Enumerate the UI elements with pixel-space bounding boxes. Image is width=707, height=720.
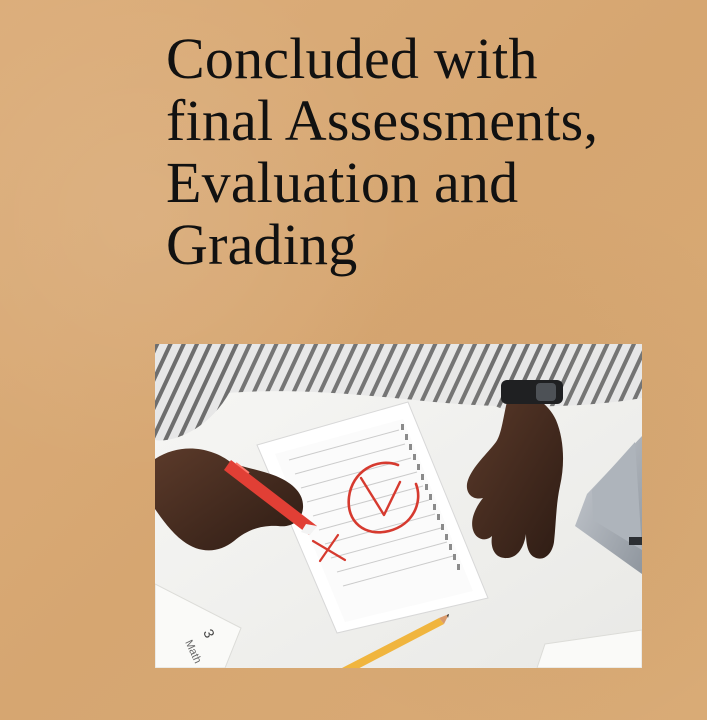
title-line-1: Concluded with bbox=[166, 26, 538, 91]
slide-title: Concluded with final Assessments, Evalua… bbox=[166, 28, 686, 276]
slide: Concluded with final Assessments, Evalua… bbox=[0, 0, 707, 720]
title-line-2: final Assessments, bbox=[166, 88, 599, 153]
title-line-3: Evaluation and bbox=[166, 150, 519, 215]
title-line-4: Grading bbox=[166, 212, 358, 277]
grading-photo: Math 3 bbox=[155, 344, 642, 668]
grading-photo-illustration: Math 3 bbox=[155, 344, 642, 668]
